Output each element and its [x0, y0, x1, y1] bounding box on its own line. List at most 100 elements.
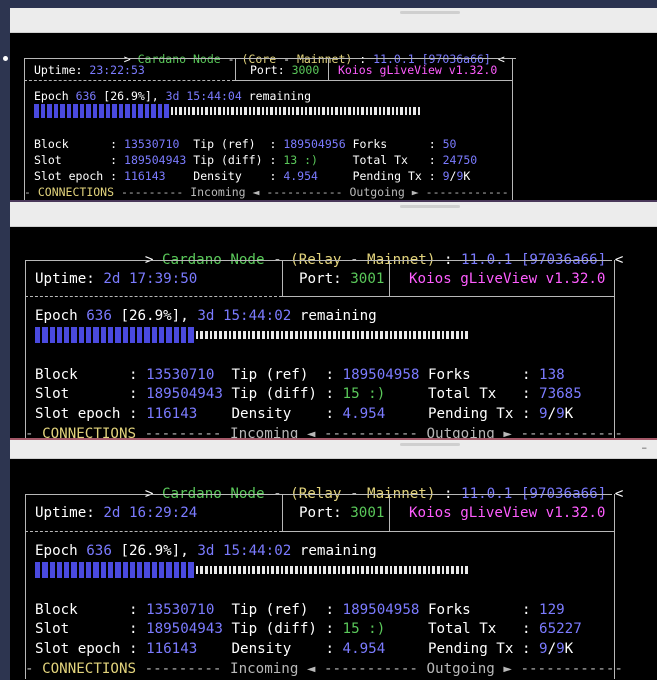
block-value: 13530710: [146, 602, 232, 618]
epoch-number: 636: [75, 89, 97, 103]
progress-segment-empty: [205, 330, 208, 340]
box-top-border: [25, 260, 612, 261]
stats-row-1: Block : 13530710 Tip (ref) : 189504958 F…: [35, 366, 565, 385]
density-value: 4.954: [342, 641, 428, 657]
terminal-content: > Cardano Node - (Relay - Mainnet) : 11.…: [10, 226, 657, 438]
progress-segment-filled: [60, 104, 65, 118]
progress-segment-empty: [378, 107, 381, 115]
progress-segment-filled: [166, 562, 172, 578]
progress-segment-empty: [299, 330, 303, 340]
progress-segment-empty: [309, 107, 312, 115]
progress-segment-empty: [209, 565, 213, 575]
progress-segment-filled: [115, 327, 121, 343]
progress-segment-empty: [432, 565, 435, 575]
window-titlebar[interactable]: [10, 202, 657, 227]
stats-row-3: Slot epoch : 116143 Density : 4.954 Pend…: [35, 640, 573, 659]
pending-tx-unit: K: [463, 169, 471, 183]
progress-segment-filled: [86, 327, 92, 343]
tip-diff-label: Tip (diff): [193, 153, 270, 167]
port-label: Port:: [250, 63, 285, 77]
connections-dash: ---------: [136, 426, 231, 438]
progress-segment-empty: [391, 107, 394, 115]
progress-segment-empty: [347, 330, 350, 340]
progress-segment-empty: [195, 565, 199, 575]
progress-segment-empty: [408, 330, 412, 340]
field-separator: :: [428, 169, 443, 183]
progress-segment-empty: [365, 330, 369, 340]
progress-segment-filled: [159, 562, 165, 578]
progress-segment-empty: [422, 565, 426, 575]
epoch-percent: [26.9%],: [103, 89, 159, 103]
progress-segment-empty: [247, 565, 251, 575]
progress-segment-filled: [78, 327, 85, 343]
box-top-border: [25, 494, 612, 495]
tip-ref-label: Tip (ref): [231, 602, 326, 618]
field-separator: :: [521, 406, 540, 422]
progress-segment-empty: [465, 565, 469, 575]
progress-segment-filled: [159, 327, 165, 343]
progress-segment-empty: [228, 330, 232, 340]
progress-segment-filled: [107, 562, 114, 578]
progress-segment-empty: [219, 565, 222, 575]
stats-row-2: Slot : 189504943 Tip (diff) : 15 :) Tota…: [35, 385, 582, 404]
progress-segment-empty: [283, 107, 286, 115]
field-separator: :: [128, 602, 147, 618]
uptime-value: 23:22:53: [89, 63, 145, 77]
pending-tx-max: 9: [556, 641, 565, 657]
progress-segment-empty: [436, 330, 440, 340]
field-separator: :: [428, 137, 443, 151]
density-label: Density: [231, 641, 326, 657]
progress-segment-empty: [403, 330, 407, 340]
total-tx-value: 65227: [539, 621, 582, 637]
connections-dash: ------------: [511, 661, 623, 677]
field-separator: :: [269, 169, 284, 183]
progress-segment-filled: [122, 562, 128, 578]
progress-segment-empty: [214, 565, 218, 575]
progress-segment-empty: [365, 107, 368, 115]
slot-label: Slot: [34, 153, 111, 167]
progress-segment-empty: [361, 565, 364, 575]
stats-row-3: Slot epoch : 116143 Density : 4.954 Pend…: [34, 169, 470, 185]
progress-segment-empty: [222, 107, 226, 115]
terminal-window-core[interactable]: > Cardano Node - (Core - Mainnet) : 11.0…: [10, 8, 657, 200]
progress-segment-filled: [125, 104, 130, 118]
progress-segment-filled: [164, 104, 169, 118]
progress-segment-empty: [413, 107, 416, 115]
progress-segment-empty: [214, 330, 218, 340]
progress-segment-empty: [446, 330, 450, 340]
window-titlebar[interactable]: [10, 8, 657, 33]
terminal-window-relay2[interactable]: – > Cardano Node - (Relay - Mainnet) : 1…: [10, 440, 657, 680]
epoch-label: Epoch: [35, 308, 78, 324]
progress-segment-empty: [384, 565, 388, 575]
progress-segment-empty: [380, 565, 383, 575]
connections-row: - CONNECTIONS --------- Incoming ◄ -----…: [25, 660, 623, 679]
progress-segment-empty: [365, 565, 369, 575]
progress-segment-empty: [322, 107, 325, 115]
window-titlebar[interactable]: –: [10, 440, 657, 459]
progress-segment-filled: [122, 327, 128, 343]
uptime-label: Uptime:: [35, 505, 95, 521]
progress-segment-filled: [49, 562, 55, 578]
box-separator: [389, 494, 390, 531]
progress-segment-empty: [271, 565, 275, 575]
progress-segment-filled: [73, 104, 78, 118]
incoming-label: Incoming ◄: [230, 426, 316, 438]
progress-segment-filled: [180, 562, 187, 578]
progress-segment-empty: [455, 330, 459, 340]
progress-segment-empty: [287, 107, 291, 115]
progress-segment-empty: [279, 107, 282, 115]
forks-value: 138: [539, 367, 565, 383]
brand-label: Koios gLiveView v1.32.0: [409, 271, 606, 287]
progress-segment-empty: [347, 565, 350, 575]
connections-label: CONNECTIONS: [37, 185, 115, 199]
total-tx-label: Total Tx: [352, 153, 429, 167]
progress-segment-empty: [451, 565, 454, 575]
progress-segment-empty: [292, 107, 295, 115]
slot-value: 189504943: [146, 621, 232, 637]
incoming-label: Incoming ◄: [190, 185, 260, 199]
progress-segment-empty: [276, 565, 279, 575]
progress-segment-filled: [79, 104, 85, 118]
terminal-window-relay1[interactable]: > Cardano Node - (Relay - Mainnet) : 11.…: [10, 202, 657, 438]
minimize-icon[interactable]: –: [642, 441, 648, 454]
progress-segment-empty: [418, 565, 421, 575]
